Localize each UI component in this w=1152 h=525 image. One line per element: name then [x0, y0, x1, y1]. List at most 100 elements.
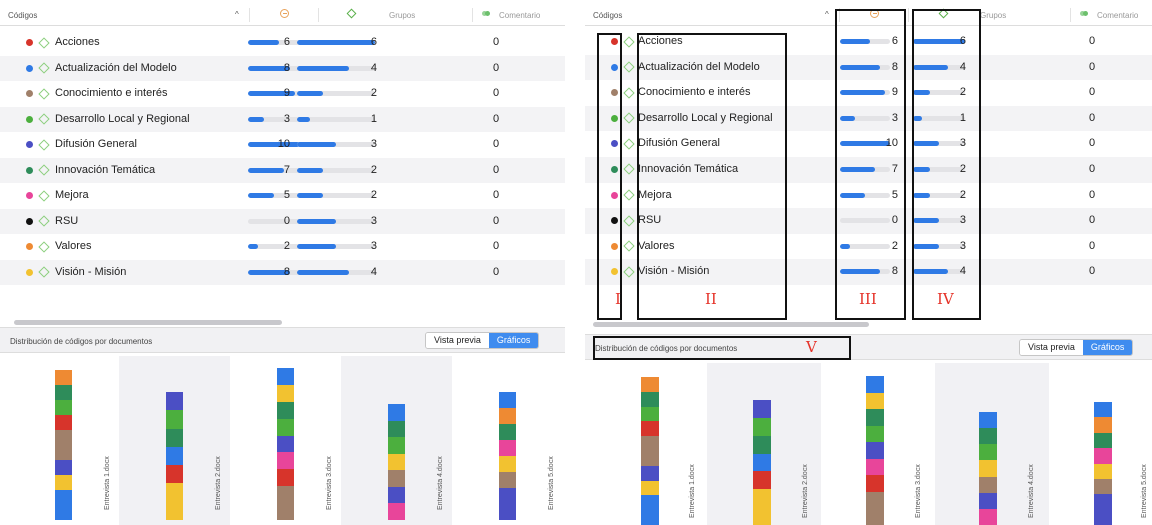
- document-stacked-bar[interactable]: [499, 392, 516, 520]
- bar-segment: [641, 465, 659, 481]
- bar-segment: [866, 409, 884, 426]
- code-row[interactable]: Actualización del Modelo 8 4 0: [0, 55, 565, 81]
- frequency-value: 0: [283, 214, 290, 227]
- frequency-column-icon[interactable]: [280, 9, 289, 18]
- bar-segment: [166, 446, 183, 466]
- code-name: Acciones: [55, 36, 100, 48]
- bar-segment: [866, 475, 884, 492]
- code-diamond-icon: [623, 112, 635, 124]
- charts-tab[interactable]: Gráficos: [1082, 340, 1133, 355]
- frequency-value: 9: [283, 87, 290, 99]
- code-name: Actualización del Modelo: [55, 61, 177, 74]
- document-stacked-bar[interactable]: [55, 370, 72, 520]
- annotation-box-i: [597, 33, 622, 320]
- code-row[interactable]: RSU 0 3 0: [0, 208, 565, 234]
- charts-tab[interactable]: Gráficos: [488, 333, 539, 348]
- code-row[interactable]: Desarrollo Local y Regional 3 1 0: [0, 106, 565, 132]
- code-row[interactable]: Mejora 5 2 0: [0, 183, 565, 209]
- comment-count: 0: [1089, 188, 1096, 201]
- column-header-comment[interactable]: Comentario: [499, 11, 540, 20]
- bar-segment: [388, 453, 405, 471]
- documents-bar-fill: [297, 116, 311, 122]
- code-row[interactable]: Difusión General 10 3 0: [0, 132, 565, 158]
- preview-tab[interactable]: Vista previa: [426, 333, 489, 348]
- document-stacked-bar[interactable]: [641, 377, 659, 525]
- code-diamond-icon: [623, 35, 635, 48]
- bar-segment: [753, 507, 771, 525]
- bar-segment: [641, 421, 659, 437]
- bar-segment: [499, 424, 516, 440]
- sort-ascending-icon[interactable]: ^: [825, 10, 829, 19]
- code-diamond-icon: [38, 215, 50, 227]
- document-stacked-bar[interactable]: [388, 404, 405, 520]
- column-header-groups[interactable]: Grupos: [980, 11, 1006, 20]
- bar-segment: [55, 385, 72, 400]
- code-diamond-icon: [38, 87, 50, 100]
- horizontal-scrollbar[interactable]: [593, 322, 869, 327]
- code-color-dot: [26, 268, 33, 276]
- code-row[interactable]: Acciones 6 6 0: [0, 30, 565, 56]
- annotation-label-v: V: [806, 338, 817, 356]
- code-row[interactable]: Valores 2 3 0: [0, 234, 565, 260]
- bar-segment: [166, 465, 183, 484]
- document-stacked-bar[interactable]: [979, 412, 997, 525]
- bar-segment: [499, 472, 516, 488]
- horizontal-scrollbar[interactable]: [14, 320, 282, 325]
- code-diamond-icon: [623, 138, 635, 150]
- documents-bar-fill: [297, 91, 323, 96]
- column-header-codes[interactable]: Códigos: [8, 11, 37, 20]
- column-header-groups[interactable]: Grupos: [389, 11, 415, 20]
- frequency-value: 7: [283, 163, 290, 176]
- bar-segment: [866, 376, 884, 393]
- document-stacked-bar[interactable]: [866, 376, 884, 525]
- annotation-box-iii: [835, 9, 906, 320]
- bar-segment: [166, 483, 183, 502]
- bar-segment: [1094, 494, 1112, 510]
- view-toggle[interactable]: Vista previa Gráficos: [425, 332, 540, 349]
- documents-value: 2: [370, 87, 377, 99]
- documents-bar-fill: [297, 142, 336, 147]
- bar-segment: [1094, 478, 1112, 495]
- preview-tab[interactable]: Vista previa: [1020, 340, 1083, 355]
- code-row[interactable]: Innovación Temática 7 2 0: [0, 157, 565, 183]
- code-group-icon[interactable]: [482, 10, 490, 18]
- bar-segment: [388, 503, 405, 520]
- code-diamond-icon: [38, 113, 50, 125]
- code-color-dot: [26, 141, 33, 148]
- document-stacked-bar[interactable]: [1094, 402, 1112, 525]
- frequency-value: 6: [283, 36, 290, 48]
- documents-value: 1: [370, 112, 377, 125]
- document-label: Entrevista 2.docx: [215, 456, 222, 510]
- bar-segment: [979, 444, 997, 461]
- document-stacked-bar[interactable]: [277, 368, 294, 520]
- column-header-comment[interactable]: Comentario: [1097, 11, 1138, 20]
- code-diamond-icon: [38, 266, 50, 278]
- code-color-dot: [26, 166, 33, 174]
- bar-segment: [979, 412, 997, 429]
- code-name: Mejora: [55, 189, 89, 201]
- code-diamond-icon: [623, 61, 635, 73]
- code-row[interactable]: Visión - Misión 8 4 0: [0, 259, 565, 285]
- comment-count: 0: [1089, 60, 1096, 73]
- bar-segment: [979, 428, 997, 445]
- column-header-codes[interactable]: Códigos: [593, 11, 622, 20]
- document-stacked-bar[interactable]: [166, 392, 183, 520]
- bar-segment: [388, 420, 405, 438]
- frequency-bar-fill: [248, 116, 264, 122]
- bar-segment: [641, 510, 659, 525]
- codes-table: Acciones 6 6 0 Actualización del Modelo 8 4 0 Co…: [0, 30, 565, 285]
- comment-count: 0: [493, 189, 500, 201]
- comment-count: 0: [1089, 86, 1096, 99]
- documents-bar-fill: [297, 218, 336, 224]
- bar-segment: [641, 406, 659, 422]
- code-name: RSU: [55, 214, 79, 227]
- sort-ascending-icon[interactable]: ^: [235, 10, 239, 19]
- code-diamond-icon: [38, 164, 50, 176]
- code-row[interactable]: Conocimiento e interés 9 2 0: [0, 81, 565, 107]
- code-group-icon[interactable]: [1080, 10, 1088, 18]
- documents-column-icon[interactable]: [346, 8, 357, 19]
- document-stacked-bar[interactable]: [753, 400, 771, 525]
- bar-segment: [388, 437, 405, 454]
- view-toggle[interactable]: Vista previa Gráficos: [1019, 339, 1134, 356]
- code-diamond-icon: [38, 62, 50, 74]
